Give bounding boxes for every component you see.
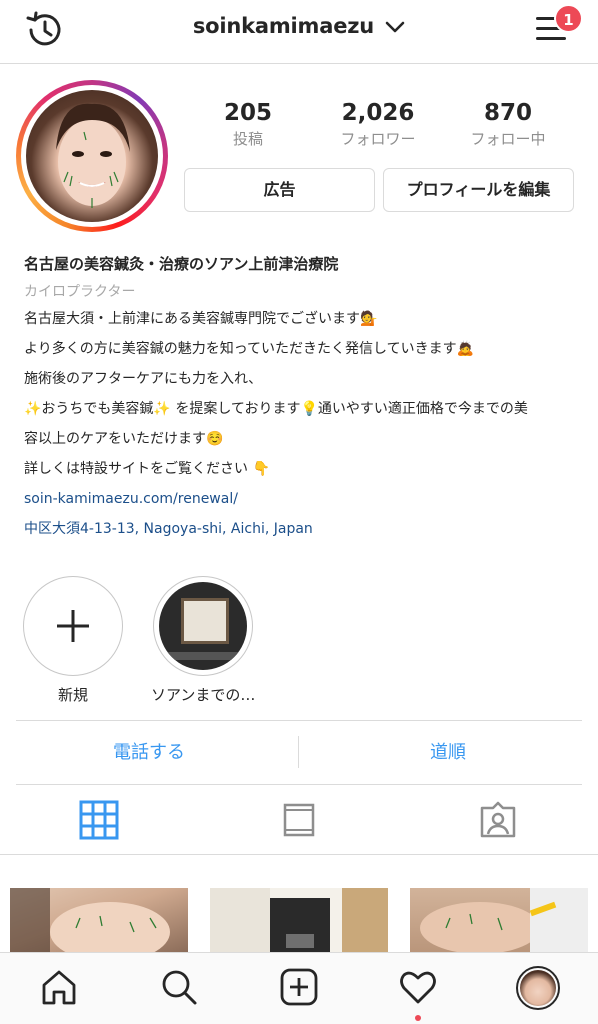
following-count: 870 [483,100,532,126]
followers-label: フォロワー [340,130,416,148]
bio-line: ✨おうちでも美容鍼✨ を提案しております💡通いやすい適正価格で今までの美 [24,401,528,417]
top-bar: soinkamimaezu 1 [0,0,598,64]
address-link[interactable]: 中区大須4-13-13, Nagoya-shi, Aichi, Japan [24,514,584,544]
search-icon[interactable] [159,967,199,1007]
bio-line: 名古屋大須・上前津にある美容鍼専門院でございます💁 [24,311,378,327]
new-highlight-circle [23,576,123,676]
bio-line: 容以上のケアをいただけます☺️ [24,431,224,447]
face-illustration [56,103,130,208]
post-thumbnail[interactable] [210,888,388,954]
bio-line: より多くの方に美容鍼の魅力を知っていただきたく発信していきます🙇 [24,341,475,357]
add-post-icon[interactable] [279,967,319,1007]
tagged-icon[interactable] [478,800,518,840]
highlight-item[interactable]: ソアンまでの… [151,576,255,705]
followers-count: 2,026 [341,100,415,126]
divider [16,784,582,785]
following-label: フォロー中 [470,130,546,148]
posts-label: 投稿 [232,130,263,148]
post-thumbnail[interactable] [410,888,588,954]
highlight-thumbnail [153,576,253,676]
profile-name: 名古屋の美容鍼灸・治療のソアン上前津治療院 [24,255,339,273]
feed-icon[interactable] [279,800,319,840]
profile-avatar[interactable] [516,966,560,1010]
highlight-label: 新規 [57,686,88,704]
posts-count: 205 [223,100,272,126]
divider [0,854,598,855]
bio-line: 施術後のアフターケアにも力を入れ、 [24,371,263,387]
post-grid [10,888,588,954]
profile-photo [26,90,158,222]
posts-stat[interactable]: 205 投稿 [193,100,303,149]
post-thumbnail[interactable] [10,888,188,954]
activity-dot [415,1015,421,1021]
profile-avatar-story-ring[interactable] [16,80,168,232]
website-link[interactable]: soin-kamimaezu.com/renewal/ [24,484,584,514]
divider [16,720,582,721]
sign-board [181,598,229,644]
ad-button[interactable]: 広告 [184,168,375,212]
edit-profile-button[interactable]: プロフィールを編集 [383,168,574,212]
action-separator [298,736,299,768]
notification-badge: 1 [554,4,583,33]
grid-icon[interactable] [79,800,119,840]
following-stat[interactable]: 870 フォロー中 [453,100,563,149]
directions-button[interactable]: 道順 [307,722,589,784]
profile-avatar-image [520,970,556,1006]
bio-section: 名古屋の美容鍼灸・治療のソアン上前津治療院 カイロプラクター 名古屋大須・上前津… [24,252,584,544]
account-switcher[interactable]: soinkamimaezu [0,14,598,38]
home-icon[interactable] [39,967,79,1007]
followers-stat[interactable]: 2,026 フォロワー [323,100,433,149]
profile-tabs [0,786,598,854]
highlight-new[interactable]: 新規 [21,576,125,705]
chevron-down-icon [385,21,405,33]
highlight-label: ソアンまでの… [151,686,256,704]
plus-icon [57,610,89,642]
bio-line: 詳しくは特設サイトをご覧ください 👇 [24,461,270,477]
heart-icon[interactable] [398,967,438,1007]
profile-category: カイロプラクター [24,284,136,300]
bottom-navigation [0,952,598,1024]
call-button[interactable]: 電話する [8,722,290,784]
username: soinkamimaezu [192,14,375,38]
